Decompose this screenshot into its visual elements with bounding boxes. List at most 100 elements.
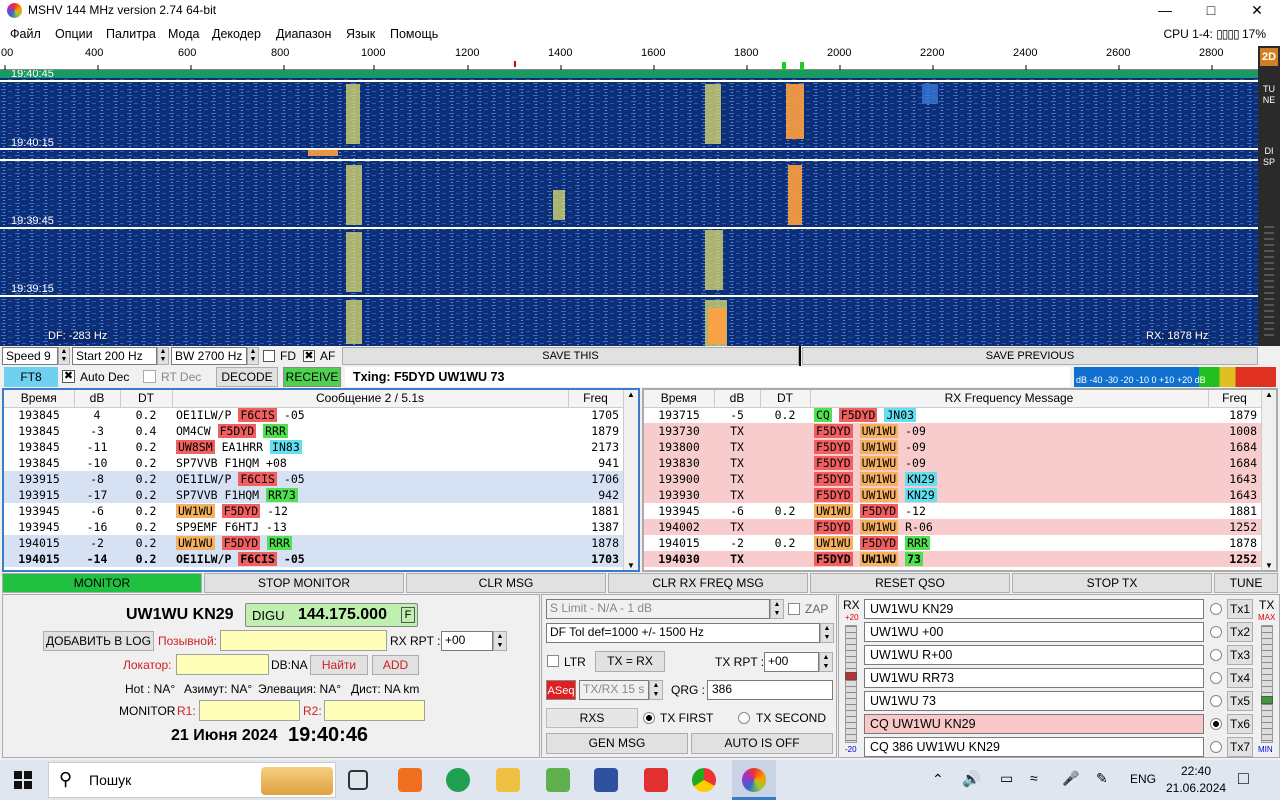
- table-row[interactable]: 193945 -6 0.2 UW1WU F5DYD -12 1881: [644, 503, 1261, 519]
- tx-message-input[interactable]: CQ UW1WU KN29: [864, 714, 1204, 734]
- clock-date[interactable]: 21.06.2024: [1166, 781, 1226, 795]
- tx-select-radio[interactable]: [1210, 695, 1222, 707]
- tx-second-radio[interactable]: [738, 712, 750, 724]
- mode-2d-button[interactable]: 2D: [1260, 48, 1278, 66]
- tx-message-input[interactable]: CQ 386 UW1WU KN29: [864, 737, 1204, 757]
- chrome-icon[interactable]: [692, 768, 716, 792]
- tx-message-input[interactable]: UW1WU R+00: [864, 645, 1204, 665]
- s-limit-spinbox[interactable]: S Limit - N/A - 1 dB: [546, 599, 770, 619]
- task-view-icon[interactable]: [348, 770, 368, 790]
- windows-start-icon[interactable]: [14, 771, 32, 789]
- column-header[interactable]: Freq: [568, 390, 624, 408]
- tx-message-input[interactable]: UW1WU RR73: [864, 668, 1204, 688]
- rx-level-slider[interactable]: [845, 625, 857, 743]
- table-row[interactable]: 194015 -2 0.2 UW1WU F5DYD RRR 1878: [644, 535, 1261, 551]
- tx-send-button[interactable]: Tx3: [1227, 645, 1253, 665]
- column-header[interactable]: dB: [714, 390, 761, 408]
- df-tol-spin-arrows[interactable]: ▲ ▼: [820, 623, 834, 643]
- menu-mode[interactable]: Мода: [168, 27, 199, 41]
- menu-band[interactable]: Диапазон: [276, 27, 331, 41]
- tx-send-button[interactable]: Tx5: [1227, 691, 1253, 711]
- table-row[interactable]: 193945 -16 0.2 SP9EMF F6HTJ -13 1387: [4, 519, 623, 535]
- tx-select-radio[interactable]: [1210, 626, 1222, 638]
- auto-dec-checkbox[interactable]: ✖: [62, 370, 75, 383]
- tx-select-radio[interactable]: [1210, 649, 1222, 661]
- column-header[interactable]: Время: [4, 390, 75, 408]
- column-header[interactable]: dB: [74, 390, 121, 408]
- speed-spinbox[interactable]: Speed 9: [2, 347, 58, 365]
- save-this-button[interactable]: SAVE THIS: [342, 347, 799, 365]
- callsign-input[interactable]: [220, 630, 387, 651]
- table-row[interactable]: 194015 -14 0.2 OE1ILW/P F6CIS -05 1703: [4, 551, 623, 567]
- minimize-button[interactable]: —: [1142, 0, 1188, 22]
- tx-select-radio[interactable]: [1210, 741, 1222, 753]
- find-button[interactable]: Найти: [310, 655, 368, 675]
- table-row[interactable]: 193845 -10 0.2 SP7VVB F1HQM +08 941: [4, 455, 623, 471]
- table-row[interactable]: 193845 4 0.2 OE1ILW/P F6CIS -05 1705: [4, 407, 623, 423]
- start-spinbox[interactable]: Start 200 Hz: [72, 347, 157, 365]
- table-row[interactable]: 193845 -3 0.4 OM4CW F5DYD RRR 1879: [4, 423, 623, 439]
- tx-select-radio[interactable]: [1210, 603, 1222, 615]
- file-explorer-icon[interactable]: [496, 768, 520, 792]
- zap-checkbox[interactable]: [788, 603, 800, 615]
- menu-language[interactable]: Язык: [346, 27, 375, 41]
- table-row[interactable]: 193900 TX F5DYD UW1WU KN29 1643: [644, 471, 1261, 487]
- table-row[interactable]: 193730 TX F5DYD UW1WU -09 1008: [644, 423, 1261, 439]
- speed-spin-arrows[interactable]: ▲ ▼: [58, 347, 70, 365]
- battery-icon[interactable]: ▭: [1000, 770, 1013, 787]
- table-row[interactable]: 194015 -2 0.2 UW1WU F5DYD RRR 1878: [4, 535, 623, 551]
- tx-rpt-spinbox[interactable]: +00: [764, 652, 819, 672]
- pdf-app-icon[interactable]: [644, 768, 668, 792]
- table-row[interactable]: 193800 TX F5DYD UW1WU -09 1684: [644, 439, 1261, 455]
- clock-time[interactable]: 22:40: [1181, 764, 1211, 778]
- tx-message-input[interactable]: UW1WU +00: [864, 622, 1204, 642]
- menu-options[interactable]: Опции: [55, 27, 93, 41]
- bw-spinbox[interactable]: BW 2700 Hz: [171, 347, 247, 365]
- df-tol-spinbox[interactable]: DF Tol def=1000 +/- 1500 Hz: [546, 623, 820, 643]
- display-slider[interactable]: [1264, 226, 1274, 336]
- frequency-display[interactable]: DIGU 144.175.000 F: [245, 603, 418, 627]
- table-row[interactable]: 193915 -8 0.2 OE1ILW/P F6CIS -05 1706: [4, 471, 623, 487]
- r1-input[interactable]: [199, 700, 300, 721]
- tx-send-button[interactable]: Tx4: [1227, 668, 1253, 688]
- app-icon-2[interactable]: [446, 768, 470, 792]
- reset-qso-button[interactable]: RESET QSO: [810, 573, 1010, 593]
- wifi-icon[interactable]: ≈: [1030, 770, 1038, 786]
- ltr-checkbox[interactable]: [547, 655, 559, 667]
- menu-decoder[interactable]: Декодер: [212, 27, 261, 41]
- tx-select-radio[interactable]: [1210, 718, 1222, 730]
- rx-rpt-spin-arrows[interactable]: ▲ ▼: [493, 631, 507, 651]
- table-row[interactable]: 193915 -17 0.2 SP7VVB F1HQM RR73 942: [4, 487, 623, 503]
- tx-level-slider[interactable]: [1261, 625, 1273, 743]
- app-icon-4[interactable]: [546, 768, 570, 792]
- table-scrollbar[interactable]: ▲ ▼: [623, 390, 638, 570]
- tx-send-button[interactable]: Tx1: [1227, 599, 1253, 619]
- save-previous-button[interactable]: SAVE PREVIOUS: [802, 347, 1258, 365]
- fd-checkbox[interactable]: [263, 350, 275, 362]
- mshv-taskbar-button[interactable]: [732, 760, 776, 800]
- start-spin-arrows[interactable]: ▲ ▼: [157, 347, 169, 365]
- save-app-icon[interactable]: [594, 768, 618, 792]
- monitor-button[interactable]: MONITOR: [2, 573, 202, 593]
- table-row[interactable]: 193830 TX F5DYD UW1WU -09 1684: [644, 455, 1261, 471]
- column-header[interactable]: DT: [120, 390, 173, 408]
- microphone-icon[interactable]: 🎤: [1062, 770, 1079, 787]
- tx-message-input[interactable]: UW1WU 73: [864, 691, 1204, 711]
- tx-rx-period-spinbox[interactable]: TX/RX 15 s: [579, 680, 649, 700]
- table-row[interactable]: 194030 TX F5DYD UW1WU 73 1252: [644, 551, 1261, 567]
- close-button[interactable]: ✕: [1234, 0, 1280, 22]
- rx-rpt-spinbox[interactable]: +00: [441, 631, 493, 651]
- auto-toggle-button[interactable]: AUTO IS OFF: [691, 733, 833, 754]
- notifications-icon[interactable]: □: [1238, 768, 1249, 789]
- bw-spin-arrows[interactable]: ▲ ▼: [247, 347, 259, 365]
- menu-file[interactable]: Файл: [10, 27, 41, 41]
- mode-ft8-button[interactable]: FT8: [4, 367, 58, 387]
- table-row[interactable]: 194002 TX F5DYD UW1WU R-06 1252: [644, 519, 1261, 535]
- receive-button[interactable]: RECEIVE: [283, 367, 341, 387]
- tx-rx-period-spin-arrows[interactable]: ▲ ▼: [649, 680, 663, 700]
- column-header[interactable]: Сообщение 2 / 5.1s: [172, 390, 569, 408]
- column-header[interactable]: Время: [644, 390, 715, 408]
- stop-tx-button[interactable]: STOP TX: [1012, 573, 1212, 593]
- add-button[interactable]: ADD: [372, 655, 419, 675]
- decode-button[interactable]: DECODE: [216, 367, 278, 387]
